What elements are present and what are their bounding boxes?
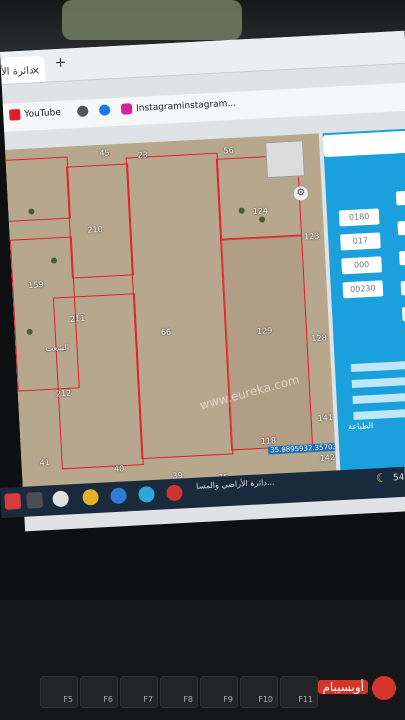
battery-percent: 54	[392, 472, 405, 484]
parcel-outline	[220, 234, 314, 451]
parcel-label: 128	[311, 333, 327, 344]
parcel-label: 56	[223, 145, 234, 156]
panel-side-button[interactable]	[400, 280, 405, 296]
youtube-icon	[9, 109, 21, 121]
parcel-label: 211	[69, 313, 86, 324]
new-tab-button[interactable]: +	[54, 55, 67, 72]
parcel-label: 40	[113, 464, 125, 474]
browser-tab[interactable]: دائرة الأ ×	[0, 55, 46, 84]
tab-close-button[interactable]: ×	[31, 64, 41, 77]
key-f7: F7	[120, 676, 158, 708]
panel-input[interactable]: 0180	[338, 208, 380, 227]
key-f10: F10	[240, 676, 278, 708]
parcel-label: 141	[317, 413, 334, 423]
print-button[interactable]: الطباعة	[348, 419, 405, 436]
parcel-label: 142	[319, 453, 336, 463]
parcel-map[interactable]: 45 23 56 210 124 123 159 211 66 129 128 …	[5, 133, 337, 490]
instagram-icon	[120, 103, 133, 115]
app-icon[interactable]	[4, 492, 22, 510]
key-f5: F5	[40, 676, 78, 708]
parcel-label: 41	[39, 457, 50, 468]
laptop-screen: دائرة الأ × + YouTube Instagraminstagram…	[0, 30, 405, 532]
bookmark-facebook[interactable]	[98, 104, 111, 116]
layer-switcher[interactable]	[265, 140, 305, 179]
key-f9: F9	[200, 676, 238, 708]
parcel-label: 66	[160, 327, 172, 337]
parcel-label: 159	[28, 280, 44, 290]
parcel-label: 123	[303, 231, 320, 242]
logo-text: أوبسيبام	[318, 680, 368, 694]
parcel-label: 210	[87, 224, 103, 235]
panel-input[interactable]: 017	[340, 232, 381, 251]
app-icon[interactable]	[52, 490, 70, 508]
logo-mark-icon	[372, 676, 396, 700]
parcel-label: 118	[260, 436, 277, 446]
key-f8: F8	[160, 676, 198, 708]
parcel-label: 129	[256, 326, 273, 336]
panel-dropdown[interactable]	[322, 130, 405, 158]
globe-icon	[76, 105, 89, 118]
brand-logo: أوبسيبام	[300, 674, 400, 704]
parcel-label: 212	[55, 388, 72, 399]
bookmark-label: YouTube	[24, 107, 62, 120]
panel-input[interactable]: 00230	[342, 280, 384, 299]
taskbar-window-title[interactable]: دائرة الأراضي والمسا...	[196, 478, 275, 491]
edge-icon[interactable]	[110, 487, 127, 505]
moon-icon: ☾	[375, 470, 388, 486]
tab-title: دائرة الأ	[0, 65, 34, 78]
app-icon[interactable]	[26, 491, 44, 509]
parcel-outline	[66, 163, 134, 279]
place-label: الشعب	[45, 342, 70, 354]
webcam-cover	[62, 0, 242, 40]
parcel-label: 45	[99, 148, 110, 158]
parcel-label: 124	[252, 206, 269, 216]
panel-side-button[interactable]	[397, 220, 405, 236]
facebook-icon	[98, 104, 111, 116]
parcel-outline	[5, 156, 71, 223]
panel-side-button[interactable]	[398, 250, 405, 266]
panel-input[interactable]: 000	[341, 256, 383, 275]
browser-icon[interactable]	[138, 485, 155, 503]
bookmark-globe[interactable]	[76, 105, 89, 118]
parcel-label: 23	[137, 150, 149, 160]
parcel-outline	[52, 293, 144, 470]
key-f6: F6	[80, 676, 118, 708]
panel-side-button[interactable]	[395, 190, 405, 206]
chrome-icon[interactable]	[82, 488, 100, 506]
gear-icon[interactable]: ⚙	[293, 186, 309, 201]
active-window-icon[interactable]	[166, 484, 183, 502]
